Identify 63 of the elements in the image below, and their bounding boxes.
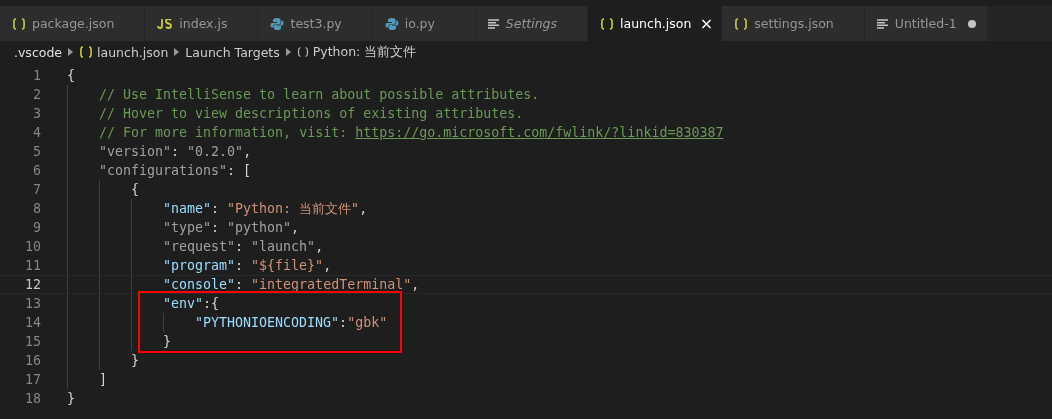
- code-line: }: [131, 352, 139, 370]
- line-number: 5: [32, 143, 41, 161]
- chevron-icon: [285, 48, 291, 56]
- text-lines-icon: [487, 18, 500, 29]
- code-line: {: [131, 181, 139, 199]
- line-number: 4: [32, 124, 41, 142]
- breadcrumb-item[interactable]: launch.json: [79, 44, 169, 60]
- code-line: "version": "0.2.0",: [99, 143, 252, 161]
- code-line: ]: [99, 371, 107, 389]
- line-number: 11: [24, 257, 41, 275]
- close-button[interactable]: ×: [699, 15, 714, 32]
- line-number: 8: [32, 200, 41, 218]
- braces-icon: [734, 17, 749, 30]
- line-number: 14: [24, 314, 41, 332]
- braces-icon: [12, 17, 26, 30]
- line-number: 2: [32, 86, 41, 104]
- line-number: 12: [24, 276, 41, 293]
- link[interactable]: https://go.microsoft.com/fwlink/?linkid=830387: [355, 125, 724, 140]
- code-line: "type": "python",: [163, 219, 300, 237]
- python-icon: [384, 16, 399, 31]
- line-number: 17: [24, 371, 41, 389]
- code-line: "program": "${file}",: [163, 257, 332, 275]
- line-number: 7: [32, 181, 41, 199]
- code-line: "env":{: [163, 295, 220, 313]
- code-line: {: [67, 67, 75, 85]
- line-number: 15: [24, 333, 41, 351]
- python-icon: [270, 16, 285, 31]
- code-line: }: [67, 390, 75, 408]
- code-line: // For more information, visit: https://go.microsoft.com/fwlink/?linkid=830387: [99, 124, 724, 142]
- braces-icon: [296, 46, 309, 58]
- code-line: "name": "Python: 当前文件",: [163, 200, 368, 218]
- chevron-icon: [68, 48, 74, 56]
- line-number: 6: [32, 162, 41, 180]
- line-number: 9: [32, 219, 41, 237]
- editor-tab[interactable]: launch.json ×: [588, 6, 723, 41]
- line-number: 18: [24, 390, 41, 408]
- editor-tab[interactable]: package.json: [0, 6, 146, 41]
- line-number: 16: [24, 352, 41, 370]
- editor-tab[interactable]: settings.json: [722, 6, 865, 41]
- breadcrumb-item[interactable]: Python: 当前文件: [296, 43, 417, 61]
- editor-tab[interactable]: Untitled-1: [864, 6, 988, 41]
- code-line: // Use IntelliSense to learn about possible attributes.: [99, 86, 540, 104]
- editor-tab[interactable]: index.js: [145, 6, 259, 41]
- editor-tab[interactable]: io.py: [372, 6, 476, 41]
- code-line: "console": "integratedTerminal",: [163, 276, 420, 293]
- line-number: 3: [32, 105, 41, 123]
- line-number: 13: [24, 295, 41, 313]
- braces-icon: [600, 17, 615, 30]
- line-number: 1: [32, 67, 41, 85]
- code-line: "PYTHONIOENCODING":"gbk": [195, 314, 388, 332]
- code-line: "request": "launch",: [163, 238, 324, 256]
- editor-tab[interactable]: Settings: [475, 6, 589, 41]
- code-line: // Hover to view descriptions of existing attributes.: [99, 105, 524, 123]
- code-line: }: [163, 333, 171, 351]
- code-line: "configurations": [: [99, 162, 252, 180]
- braces-icon: [79, 46, 94, 58]
- breadcrumb-item[interactable]: .vscode: [14, 44, 63, 60]
- js-file-icon: [157, 18, 174, 29]
- text-lines-icon: [876, 18, 889, 29]
- editor-tab[interactable]: test3.py: [258, 6, 373, 41]
- line-number: 10: [24, 238, 41, 256]
- chevron-icon: [174, 48, 180, 56]
- breadcrumb-item[interactable]: Launch Targets: [185, 44, 280, 60]
